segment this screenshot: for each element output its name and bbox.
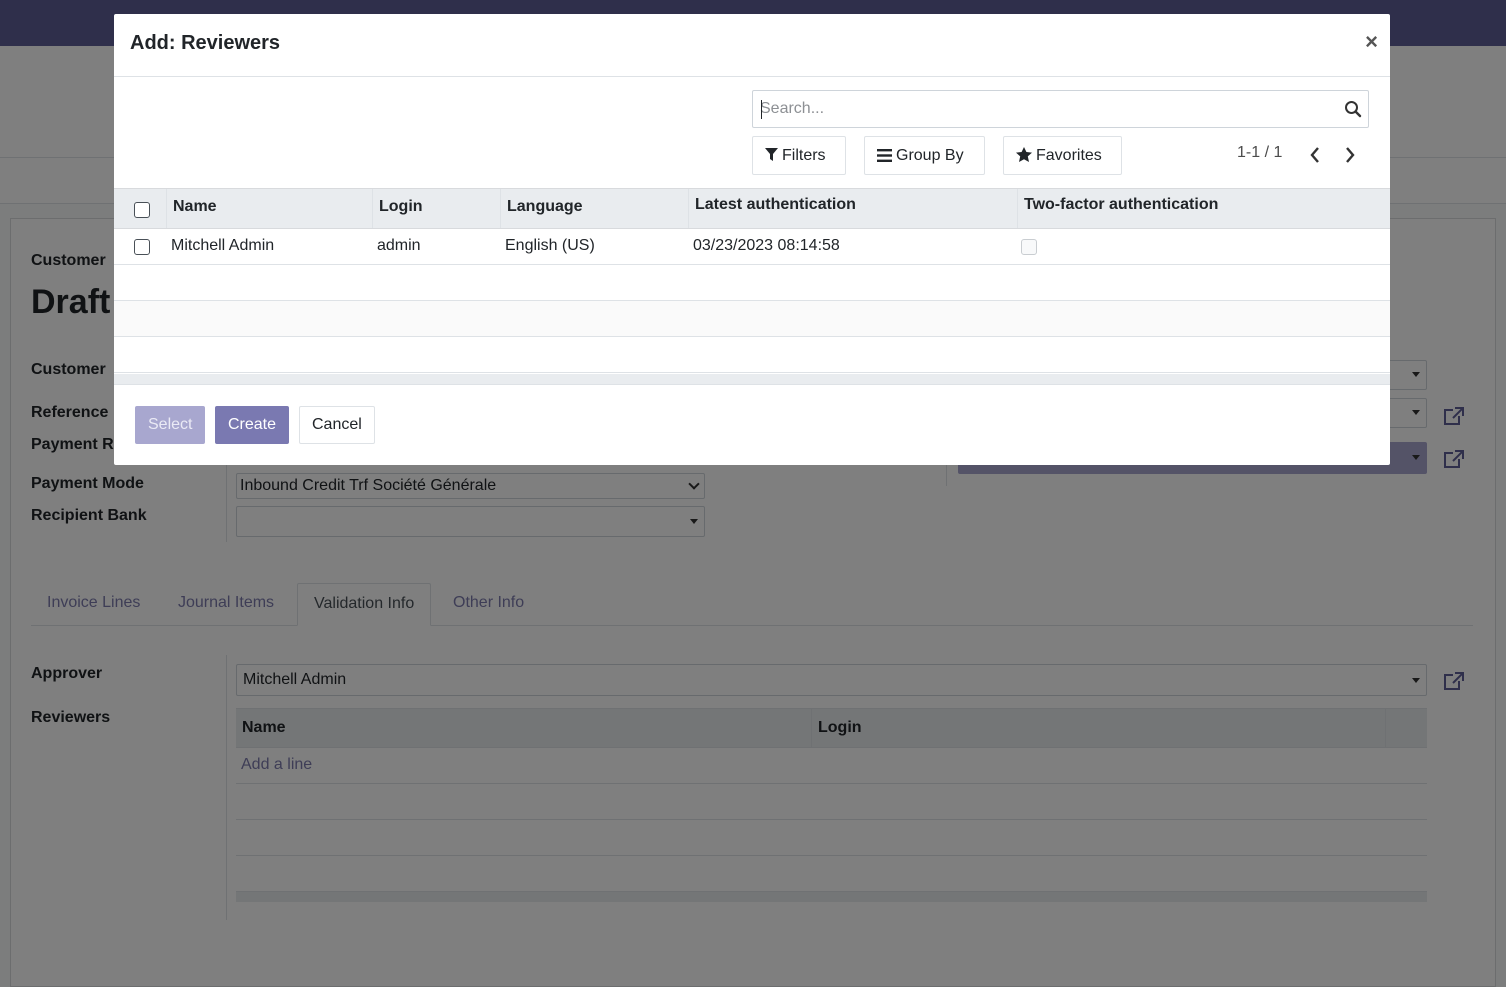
table-row[interactable]: Mitchell Admin admin English (US) 03/23/… — [114, 229, 1390, 265]
select-all-checkbox[interactable] — [134, 202, 150, 218]
group-by-label: Group By — [896, 147, 964, 164]
row-checkbox[interactable] — [134, 239, 150, 255]
empty-row — [114, 337, 1390, 373]
pager-value[interactable]: 1-1 / 1 — [1237, 144, 1282, 162]
filters-button[interactable]: Filters — [752, 136, 846, 175]
create-button[interactable]: Create — [215, 406, 290, 444]
filter-icon — [765, 148, 778, 161]
close-icon[interactable]: × — [1365, 30, 1378, 54]
favorites-button[interactable]: Favorites — [1003, 136, 1122, 175]
cancel-button[interactable]: Cancel — [299, 406, 375, 444]
bars-icon — [877, 149, 892, 162]
dialog-footer: Select Create Cancel — [114, 384, 1390, 465]
column-header-two-factor-authentication[interactable]: Two-factor authentication — [1017, 189, 1390, 228]
empty-row — [114, 301, 1390, 337]
two-factor-checkbox — [1021, 239, 1037, 255]
cell-login: admin — [377, 237, 421, 254]
dialog-header: Add: Reviewers × — [114, 14, 1390, 77]
search-input[interactable] — [753, 91, 1313, 127]
add-reviewers-dialog: Add: Reviewers × Filters Group By Favori… — [114, 14, 1390, 465]
favorites-label: Favorites — [1036, 147, 1102, 164]
search-icon[interactable] — [1344, 100, 1362, 118]
star-icon — [1016, 147, 1032, 162]
list-header: Name Login Language Latest authenticatio… — [114, 188, 1390, 229]
text-cursor — [761, 100, 762, 119]
chevron-right-icon[interactable] — [1340, 144, 1360, 166]
column-header-login[interactable]: Login — [372, 189, 500, 228]
column-header-latest-authentication[interactable]: Latest authentication — [688, 189, 1017, 228]
filters-label: Filters — [782, 147, 826, 164]
cell-latest-authentication: 03/23/2023 08:14:58 — [693, 237, 840, 254]
chevron-left-icon[interactable] — [1305, 144, 1325, 166]
cell-name: Mitchell Admin — [171, 237, 275, 254]
select-button[interactable]: Select — [135, 406, 206, 444]
dialog-title: Add: Reviewers — [130, 32, 281, 54]
group-by-button[interactable]: Group By — [864, 136, 985, 175]
column-header-language[interactable]: Language — [500, 189, 688, 228]
column-header-name[interactable]: Name — [166, 189, 372, 228]
cell-language: English (US) — [505, 237, 595, 254]
empty-row — [114, 265, 1390, 301]
search-box[interactable] — [752, 90, 1369, 128]
